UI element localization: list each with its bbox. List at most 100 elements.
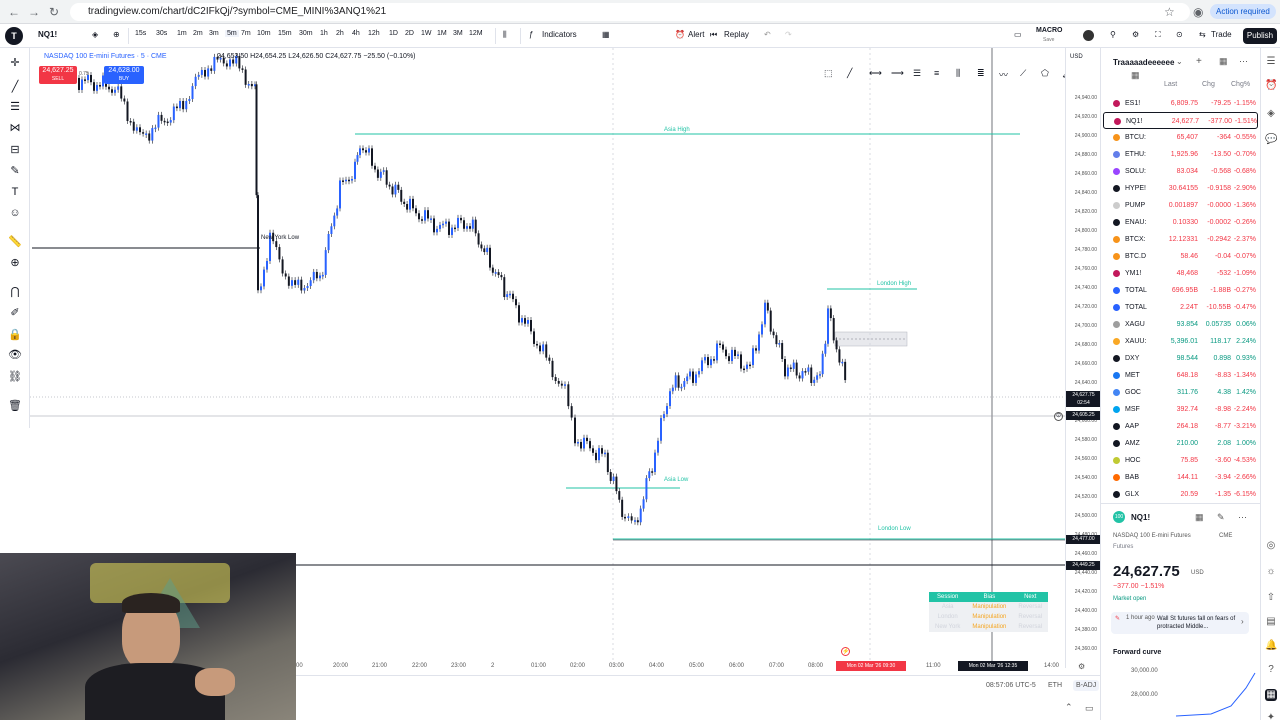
chat-icon[interactable]: 💬 bbox=[1265, 134, 1277, 146]
interval-1W[interactable]: 1W bbox=[421, 30, 432, 37]
interval-30m[interactable]: 30m bbox=[299, 30, 313, 37]
indicators-button[interactable]: Indicators bbox=[542, 30, 577, 39]
buy-button[interactable]: 24,628.00 BUY bbox=[104, 66, 144, 84]
layout-save[interactable]: Save bbox=[1043, 37, 1054, 43]
fib-icon[interactable]: ☰ bbox=[8, 100, 22, 114]
watchlist-row[interactable]: DXY 98.544 0.898 0.93% bbox=[1103, 350, 1258, 367]
watchlist-row[interactable]: BAB 144.11 -3.94 -2.66% bbox=[1103, 469, 1258, 486]
watch-icon[interactable]: ◈ bbox=[92, 30, 98, 39]
forward-curve-title[interactable]: Forward curve bbox=[1113, 649, 1161, 656]
emoji-icon[interactable]: ☺ bbox=[8, 206, 22, 220]
news-card[interactable]: ✎ 1 hour ago Wall St futures fall on fea… bbox=[1111, 612, 1249, 634]
watchlist-row[interactable]: NQ1! 24,627.7 -377.00 -1.51% bbox=[1103, 112, 1258, 129]
interval-2h[interactable]: 2h bbox=[336, 30, 344, 37]
details-name[interactable]: NASDAQ 100 E-mini Futures bbox=[1113, 533, 1191, 539]
details-grid-icon[interactable]: ▦ bbox=[1195, 512, 1204, 523]
layers-icon[interactable]: ◈ bbox=[1265, 108, 1277, 120]
ruler-icon[interactable]: 📏 bbox=[8, 235, 22, 249]
alert-button[interactable]: Alert bbox=[688, 30, 704, 39]
snapshot-icon[interactable]: ⊙ bbox=[1176, 30, 1183, 39]
interval-15m[interactable]: 15m bbox=[278, 30, 292, 37]
watchlist-row[interactable]: HYPE! 30.64155 -0.9158 -2.90% bbox=[1103, 180, 1258, 197]
lightbulb-icon[interactable]: ✦ bbox=[1265, 712, 1277, 724]
add-symbol-icon[interactable]: + bbox=[1196, 56, 1202, 67]
settings-icon[interactable]: ⚙ bbox=[1132, 30, 1139, 39]
watchlist-row[interactable]: XAUU: 5,396.01 118.17 2.24% bbox=[1103, 333, 1258, 350]
eye-icon[interactable]: 👁 bbox=[8, 348, 22, 362]
col-pct[interactable]: Chg% bbox=[1231, 81, 1250, 88]
tv-logo-icon[interactable]: T bbox=[5, 27, 23, 45]
watchlist-row[interactable]: GOC 311.76 4.38 1.42% bbox=[1103, 384, 1258, 401]
interval-12h[interactable]: 12h bbox=[368, 30, 380, 37]
watchlist-row[interactable]: MSF 392.74 -8.98 -2.24% bbox=[1103, 401, 1258, 418]
details-symbol[interactable]: NQ1! bbox=[1131, 513, 1150, 522]
indicators-icon[interactable]: ƒ bbox=[529, 30, 533, 39]
fullscreen-icon[interactable]: ⛶ bbox=[1155, 30, 1161, 40]
alert-icon[interactable]: ⏰ bbox=[675, 30, 685, 39]
interval-1h[interactable]: 1h bbox=[320, 30, 328, 37]
trendline-icon[interactable]: ╱ bbox=[8, 80, 22, 94]
adjust-toggle[interactable]: B-ADJ bbox=[1073, 680, 1100, 691]
watchlist-row[interactable]: TOTAL 2.24T -10.55B -0.47% bbox=[1103, 299, 1258, 316]
watchlist-row[interactable]: ENAU: 0.10330 -0.0002 -0.26% bbox=[1103, 214, 1258, 231]
sell-button[interactable]: 24,627.25 SELL bbox=[39, 66, 77, 84]
brush-icon[interactable]: ✎ bbox=[8, 164, 22, 178]
action-required-badge[interactable]: Action required bbox=[1210, 4, 1276, 19]
watchlist-row[interactable]: PUMP 0.001897 -0.0000 -1.36% bbox=[1103, 197, 1258, 214]
more-icon[interactable]: ⋯ bbox=[1239, 56, 1248, 67]
interval-15s[interactable]: 15s bbox=[135, 30, 146, 37]
trade-icon[interactable]: ⇆ bbox=[1199, 30, 1206, 39]
collapse-up-icon[interactable]: ⌃ bbox=[1065, 702, 1073, 713]
gann-icon[interactable]: ≣ bbox=[977, 68, 985, 79]
watchlist-row[interactable]: AMZ 210.00 2.08 1.00% bbox=[1103, 435, 1258, 452]
channel-icon[interactable]: ☰ bbox=[913, 68, 921, 79]
utc-clock[interactable]: 08:57:06 UTC-5 bbox=[986, 682, 1036, 689]
legend-title[interactable]: NASDAQ 100 E-mini Futures · 5 · CME bbox=[44, 53, 167, 60]
arrow-up-icon[interactable]: ⇧ bbox=[1265, 592, 1277, 604]
interval-5m[interactable]: 5m bbox=[225, 30, 239, 37]
lock-icon[interactable]: 🔒 bbox=[8, 328, 22, 342]
interval-10m[interactable]: 10m bbox=[257, 30, 271, 37]
trade-button[interactable]: Trade bbox=[1211, 30, 1232, 39]
watchlist-row[interactable]: SOLU: 83.034 -0.568 -0.68% bbox=[1103, 163, 1258, 180]
ray-icon[interactable]: ╱ bbox=[847, 68, 852, 79]
ideas-icon[interactable]: ☼ bbox=[1265, 566, 1277, 578]
watchlist-icon[interactable]: ☰ bbox=[1265, 56, 1277, 68]
address-bar[interactable]: tradingview.com/chart/dC2IFkQj/?symbol=C… bbox=[70, 3, 1190, 21]
trash-icon[interactable]: 🗑 bbox=[8, 399, 22, 413]
pitchfork-icon[interactable]: ⟋ bbox=[1020, 68, 1026, 79]
axis-currency[interactable]: USD bbox=[1070, 54, 1083, 60]
add-alert-icon[interactable]: ⊙ bbox=[1054, 412, 1063, 421]
account-avatar[interactable] bbox=[1083, 30, 1094, 41]
publish-button[interactable]: Publish bbox=[1243, 28, 1277, 44]
apps-icon[interactable]: ▦ bbox=[1265, 689, 1277, 701]
notifications-icon[interactable]: 🔔 bbox=[1265, 640, 1277, 652]
undo-icon[interactable]: ↶ bbox=[764, 30, 771, 39]
watchlist-layout-icon[interactable]: ▦ bbox=[1219, 56, 1228, 67]
pattern-icon[interactable]: ⋈ bbox=[8, 121, 22, 135]
col-last[interactable]: Last bbox=[1164, 81, 1177, 88]
templates-icon[interactable]: ▦ bbox=[602, 30, 610, 39]
projection-icon[interactable]: ⊟ bbox=[8, 143, 22, 157]
watchlist-row[interactable]: BTCX: 12.12331 -0.2942 -2.37% bbox=[1103, 231, 1258, 248]
profile-icon[interactable]: ◉ bbox=[1193, 5, 1203, 19]
axis-settings-icon[interactable]: ⚙ bbox=[1078, 662, 1085, 671]
calendar-icon[interactable]: ▤ bbox=[1265, 616, 1277, 628]
interval-4h[interactable]: 4h bbox=[352, 30, 360, 37]
compare-icon[interactable]: ⊕ bbox=[113, 30, 120, 39]
interval-7m[interactable]: 7m bbox=[241, 30, 251, 37]
interval-30s[interactable]: 30s bbox=[156, 30, 167, 37]
layout-icon[interactable]: ▭ bbox=[1014, 30, 1022, 39]
watchlist-row[interactable]: AAP 264.18 -8.77 -3.21% bbox=[1103, 418, 1258, 435]
watchlist-row[interactable]: TOTAL 696.95B -1.88B -0.27% bbox=[1103, 282, 1258, 299]
price-axis[interactable]: USD 24,940.00 24,920.00 24,900.00 24,880.00… bbox=[1065, 48, 1101, 668]
interval-12M[interactable]: 12M bbox=[469, 30, 483, 37]
hline-icon[interactable]: ⟷ bbox=[869, 68, 882, 79]
session-toggle[interactable]: ETH bbox=[1048, 682, 1062, 689]
watchlist-row[interactable]: GLX 20.59 -1.35 -6.15% bbox=[1103, 486, 1258, 503]
interval-1D[interactable]: 1D bbox=[389, 30, 398, 37]
grid-icon[interactable]: ▦ bbox=[1131, 70, 1140, 81]
redo-icon[interactable]: ↷ bbox=[785, 30, 792, 39]
back-icon[interactable]: ← bbox=[8, 5, 20, 19]
interval-1M[interactable]: 1M bbox=[437, 30, 447, 37]
